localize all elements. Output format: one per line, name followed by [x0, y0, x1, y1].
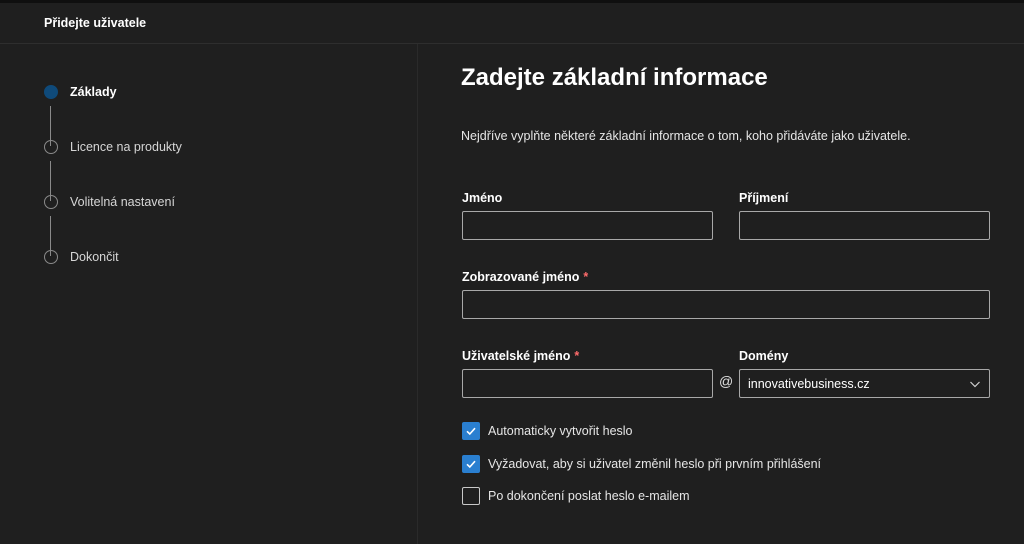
step-indicator [44, 140, 58, 154]
intro-text: Nejdříve vyplňte některé základní inform… [461, 129, 911, 143]
username-label: Uživatelské jméno * [462, 349, 579, 363]
required-asterisk: * [583, 270, 589, 284]
auto-password-checkbox[interactable] [462, 422, 480, 440]
chevron-down-icon [970, 381, 980, 387]
display-name-input[interactable] [462, 290, 990, 319]
basic-info-form: Zadejte základní informace Nejdříve vypl… [419, 44, 1024, 544]
panel-header: Přidejte uživatele [0, 3, 1024, 44]
checkmark-icon [466, 427, 476, 436]
require-password-change-label: Vyžadovat, aby si uživatel změnil heslo … [488, 457, 822, 471]
display-name-label: Zobrazované jméno * [462, 270, 588, 284]
required-asterisk: * [574, 349, 580, 363]
step-indicator-active [44, 85, 58, 99]
email-password-option[interactable]: Po dokončení poslat heslo e-mailem [462, 487, 690, 505]
require-password-change-checkbox[interactable] [462, 455, 480, 473]
checkmark-icon [466, 460, 476, 469]
step-product-licenses[interactable]: Licence na produkty [44, 139, 182, 155]
last-name-input[interactable] [739, 211, 990, 240]
last-name-label: Příjmení [739, 191, 789, 205]
step-optional-settings[interactable]: Volitelná nastavení [44, 194, 175, 210]
username-label-text: Uživatelské jméno [462, 349, 571, 363]
auto-password-option[interactable]: Automaticky vytvořit heslo [462, 422, 633, 440]
step-basics[interactable]: Základy [44, 84, 117, 100]
step-indicator [44, 250, 58, 264]
domains-dropdown[interactable]: innovativebusiness.cz [739, 369, 990, 398]
page-title: Zadejte základní informace [461, 64, 768, 91]
step-label: Volitelná nastavení [70, 195, 175, 209]
first-name-input[interactable] [462, 211, 713, 240]
email-password-label: Po dokončení poslat heslo e-mailem [488, 489, 690, 503]
domains-label: Domény [739, 349, 789, 363]
panel-title: Přidejte uživatele [44, 16, 147, 30]
first-name-label: Jméno [462, 191, 503, 205]
require-password-change-option[interactable]: Vyžadovat, aby si uživatel změnil heslo … [462, 455, 821, 473]
step-label: Licence na produkty [70, 140, 182, 154]
domains-selected-value: innovativebusiness.cz [748, 376, 870, 391]
step-label: Dokončit [70, 250, 119, 264]
wizard-steps: Základy Licence na produkty Volitelná na… [0, 44, 418, 544]
display-name-label-text: Zobrazované jméno [462, 270, 580, 284]
step-label: Základy [70, 85, 117, 99]
email-password-checkbox[interactable] [462, 487, 480, 505]
at-sign: @ [719, 373, 734, 389]
step-finish[interactable]: Dokončit [44, 249, 119, 265]
step-indicator [44, 195, 58, 209]
auto-password-label: Automaticky vytvořit heslo [488, 424, 633, 438]
username-input[interactable] [462, 369, 713, 398]
